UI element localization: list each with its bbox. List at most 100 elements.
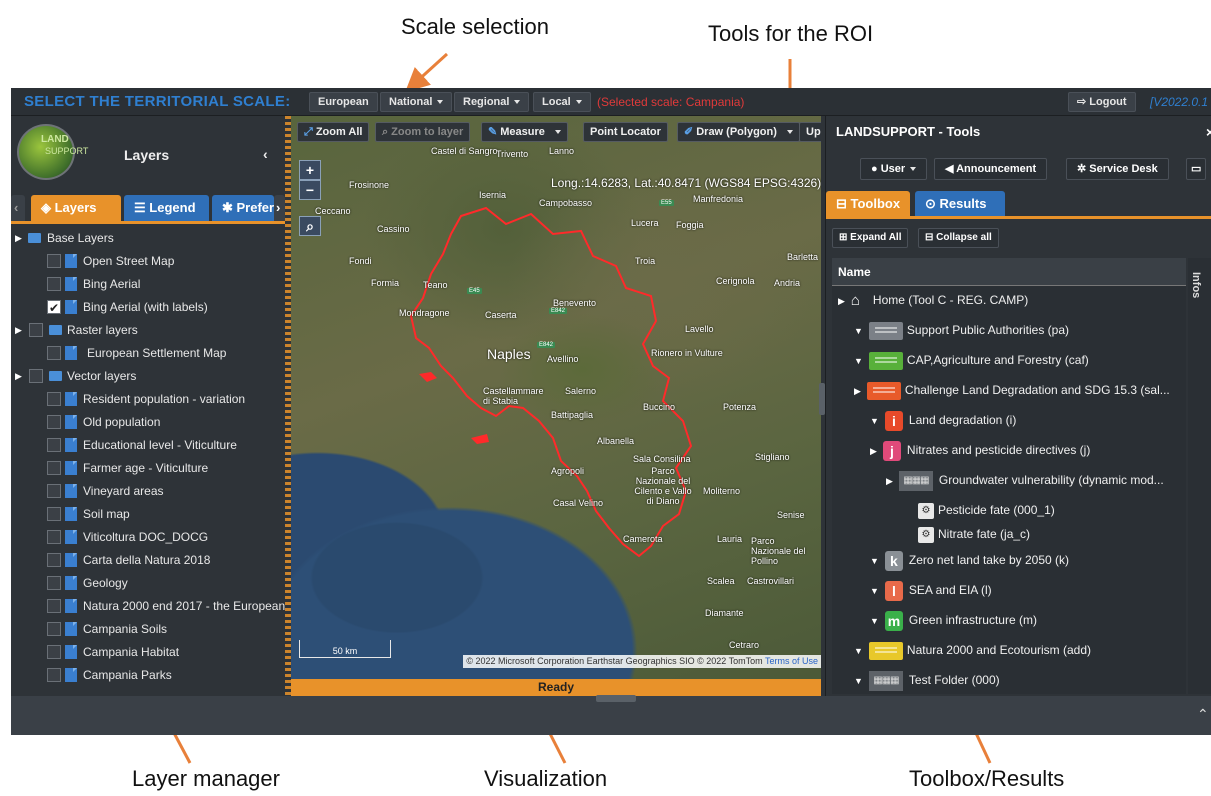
tree-item[interactable]: ▼ k Zero net land take by 2050 (k)	[870, 547, 1069, 573]
tree-item[interactable]: ▼ i Land degradation (i)	[870, 407, 1016, 433]
collapse-icon[interactable]: ▼	[854, 638, 863, 664]
bottom-panel-handle[interactable]	[596, 695, 636, 702]
expand-all-button[interactable]: ⊞ Expand All	[832, 228, 909, 248]
collapse-icon[interactable]: ▼	[870, 578, 879, 604]
user-button[interactable]: ● User	[860, 158, 928, 180]
layer-checkbox[interactable]	[47, 507, 61, 521]
layer-file-icon	[65, 415, 77, 429]
tab-preferences[interactable]: ✱ Prefer	[212, 195, 274, 221]
layer-checkbox-checked[interactable]	[47, 297, 61, 319]
layer-checkbox[interactable]	[47, 438, 61, 452]
layer-file-icon	[65, 300, 77, 314]
collapse-icon[interactable]: ▼	[854, 348, 863, 374]
tab-underline	[826, 216, 1211, 219]
folder-checkbox[interactable]	[29, 369, 43, 383]
expand-icon[interactable]: ▶	[15, 319, 22, 341]
layer-checkbox[interactable]	[47, 553, 61, 567]
map-place-label: Senise	[777, 510, 805, 520]
collapse-icon[interactable]: ▼	[854, 668, 863, 694]
chevron-up-icon[interactable]: ⌃	[1197, 706, 1209, 723]
layer-checkbox[interactable]	[47, 484, 61, 498]
point-locator-button[interactable]: Point Locator	[583, 122, 668, 142]
scale-european-button[interactable]: European	[309, 92, 378, 112]
folder-icon	[49, 325, 62, 335]
collapse-left-icon[interactable]: ‹	[263, 146, 268, 162]
tree-item[interactable]: ▼ m Green infrastructure (m)	[870, 607, 1037, 633]
tree-item-home[interactable]: ▶ ⌂ Home (Tool C - REG. CAMP)	[838, 287, 1028, 313]
upload-button[interactable]: Upl	[799, 122, 821, 142]
logout-button[interactable]: ⇨ Logout	[1068, 92, 1136, 112]
terms-of-use-link[interactable]: Terms of Use	[765, 656, 818, 666]
tree-item[interactable]: ⚙ Nitrate fate (ja_c)	[918, 521, 1030, 547]
layer-checkbox[interactable]	[47, 599, 61, 613]
tab-results[interactable]: ⊙ Results	[915, 191, 1005, 216]
map-place-label: Fondi	[349, 256, 372, 266]
layer-checkbox[interactable]	[47, 392, 61, 406]
layer-checkbox[interactable]	[47, 346, 61, 360]
expand-icon[interactable]: ▶	[886, 468, 893, 494]
zoom-in-button[interactable]: +	[299, 160, 321, 180]
tree-item[interactable]: ⚙ Pesticide fate (000_1)	[918, 497, 1055, 523]
scale-national-button[interactable]: National	[380, 92, 453, 112]
measure-button[interactable]: ✎ Measure	[481, 122, 568, 142]
draw-polygon-button[interactable]: ✐ Draw (Polygon)	[677, 122, 800, 142]
map-place-label: Frosinone	[349, 180, 390, 190]
tree-item[interactable]: ▶ Challenge Land Degradation and SDG 15.3…	[854, 377, 1170, 403]
expand-icon[interactable]: ▶	[15, 227, 22, 249]
map-place-label: Parco Nazionale del Cilento e Vallo di D…	[634, 466, 692, 506]
layer-checkbox[interactable]	[47, 668, 61, 682]
road-shield-icon: E842	[549, 308, 568, 314]
tab-layers[interactable]: ◈ Layers	[31, 195, 121, 221]
tree-item[interactable]: ▶ j Nitrates and pesticide directives (j)	[870, 437, 1090, 463]
service-desk-button[interactable]: ✲ Service Desk	[1066, 158, 1169, 180]
layer-file-icon	[65, 668, 77, 682]
layer-checkbox[interactable]	[47, 622, 61, 636]
layer-checkbox[interactable]	[47, 461, 61, 475]
layer-checkbox[interactable]	[47, 254, 61, 268]
tab-legend[interactable]: ☰ Legend	[124, 195, 209, 221]
zoom-to-layer-button[interactable]: ⌕ Zoom to layer	[375, 122, 471, 142]
tab-toolbox[interactable]: ⊟ Toolbox	[826, 191, 910, 216]
close-icon[interactable]: ×	[1206, 124, 1211, 140]
layer-file-icon	[65, 346, 77, 360]
map-place-label: Potenza	[723, 402, 757, 412]
layer-checkbox[interactable]	[47, 415, 61, 429]
collapse-icon[interactable]: ▼	[870, 608, 879, 634]
expand-icon[interactable]: ▶	[870, 438, 877, 464]
map-place-label: Battipaglia	[551, 410, 594, 420]
map-place-label: Castellammare di Stabia	[483, 386, 544, 406]
collapse-icon[interactable]: ▼	[854, 318, 863, 344]
search-map-button[interactable]: ⌕	[299, 216, 321, 236]
tree-item[interactable]: ▶ ▦▦▦ Groundwater vulnerability (dynamic m…	[886, 467, 1164, 493]
collapse-icon[interactable]: ▼	[870, 408, 879, 434]
tree-item[interactable]: ▼ Natura 2000 and Ecotourism (add)	[854, 637, 1091, 663]
expand-icon[interactable]: ▶	[15, 365, 22, 387]
tree-item[interactable]: ▼ ▦▦▦ Test Folder (000)	[854, 667, 1000, 693]
tree-item[interactable]: ▼ Support Public Authorities (pa)	[854, 317, 1069, 343]
collapse-icon[interactable]: ▼	[870, 548, 879, 574]
layer-checkbox[interactable]	[47, 645, 61, 659]
scale-regional-button[interactable]: Regional	[454, 92, 530, 112]
collapse-all-button[interactable]: ⊟ Collapse all	[918, 228, 999, 248]
announcement-button[interactable]: ◀ Announcement	[934, 158, 1048, 180]
map-place-label: Caserta	[485, 310, 517, 320]
folder-checkbox[interactable]	[29, 323, 43, 337]
expand-icon[interactable]: ▶	[838, 288, 845, 314]
infos-sidebar[interactable]: Infos	[1188, 258, 1211, 694]
layer-checkbox[interactable]	[47, 277, 61, 291]
expand-icon[interactable]: ▶	[854, 378, 861, 404]
zoom-all-button[interactable]: ⤢ Zoom All	[297, 122, 370, 142]
tree-item[interactable]: ▼ CAP,Agriculture and Forestry (caf)	[854, 347, 1089, 373]
layer-checkbox[interactable]	[47, 576, 61, 590]
print-icon[interactable]: ▭	[1186, 158, 1207, 180]
layer-tabs: ‹ ◈ Layers ☰ Legend ✱ Prefer ›	[11, 195, 285, 221]
map-view[interactable]: Castel di Sangro Trivento Lanno Frosinon…	[291, 116, 821, 679]
zoom-out-button[interactable]: −	[299, 180, 321, 200]
tree-item[interactable]: ▼ l SEA and EIA (l)	[870, 577, 992, 603]
layer-checkbox[interactable]	[47, 530, 61, 544]
tabs-scroll-right-icon[interactable]: ›	[274, 195, 285, 221]
map-place-label: Sala Consilina	[633, 454, 691, 464]
scale-local-button[interactable]: Local	[533, 92, 591, 112]
version-label: [V2022.0.1	[1150, 95, 1209, 109]
tabs-scroll-left-icon[interactable]: ‹	[11, 195, 25, 221]
